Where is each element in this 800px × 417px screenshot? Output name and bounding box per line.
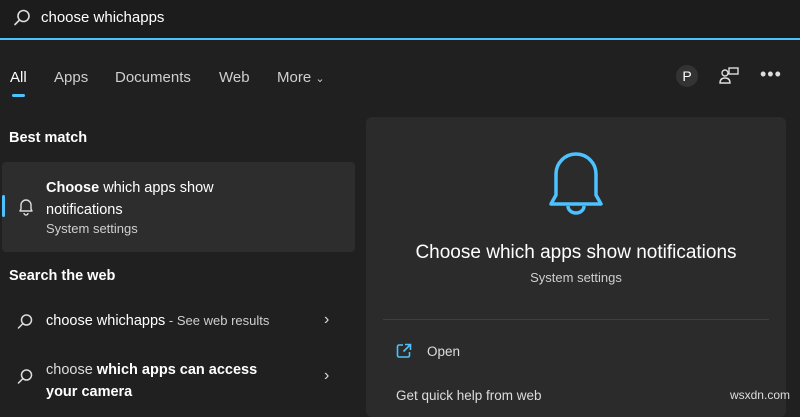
- share-feedback-icon[interactable]: [719, 66, 741, 86]
- more-options-icon[interactable]: •••: [760, 64, 782, 85]
- best-match-title: Choose which apps show notifications: [46, 180, 214, 218]
- watermark: wsxdn.com: [729, 388, 790, 402]
- preview-subtitle: System settings: [530, 270, 622, 285]
- quick-help-link[interactable]: Get quick help from web: [396, 388, 542, 403]
- bell-icon: [549, 152, 603, 215]
- divider: [383, 319, 769, 320]
- open-external-icon: [396, 343, 412, 358]
- tab-apps[interactable]: Apps: [54, 69, 88, 86]
- web-result-text: choose which apps can access your camera: [46, 362, 258, 400]
- search-input[interactable]: choose whichapps: [41, 9, 164, 26]
- open-action[interactable]: Open: [383, 337, 769, 367]
- avatar[interactable]: P: [676, 65, 698, 87]
- web-result-text: choose whichapps - See web results: [46, 313, 270, 329]
- open-label: Open: [427, 344, 461, 359]
- tab-documents[interactable]: Documents: [115, 69, 191, 86]
- tab-more[interactable]: More ⌄: [277, 69, 325, 86]
- search-icon: [17, 369, 33, 384]
- tab-web[interactable]: Web: [219, 69, 250, 86]
- best-match-subtitle: System settings: [46, 221, 138, 236]
- best-match-heading: Best match: [9, 130, 88, 146]
- search-icon: [14, 9, 30, 26]
- active-tab-indicator: [12, 94, 25, 97]
- chevron-down-icon: ⌄: [315, 73, 325, 85]
- bell-icon: [19, 199, 33, 216]
- search-icon: [17, 314, 33, 329]
- preview-title: Choose which apps show notifications: [415, 242, 737, 263]
- tab-more-label: More: [277, 69, 312, 86]
- selection-indicator: [2, 195, 5, 217]
- search-web-heading: Search the web: [9, 268, 116, 284]
- tab-all[interactable]: All: [10, 69, 27, 86]
- chevron-right-icon: ›: [324, 367, 330, 384]
- search-bar[interactable]: choose whichapps: [0, 0, 800, 40]
- chevron-right-icon: ›: [324, 311, 330, 328]
